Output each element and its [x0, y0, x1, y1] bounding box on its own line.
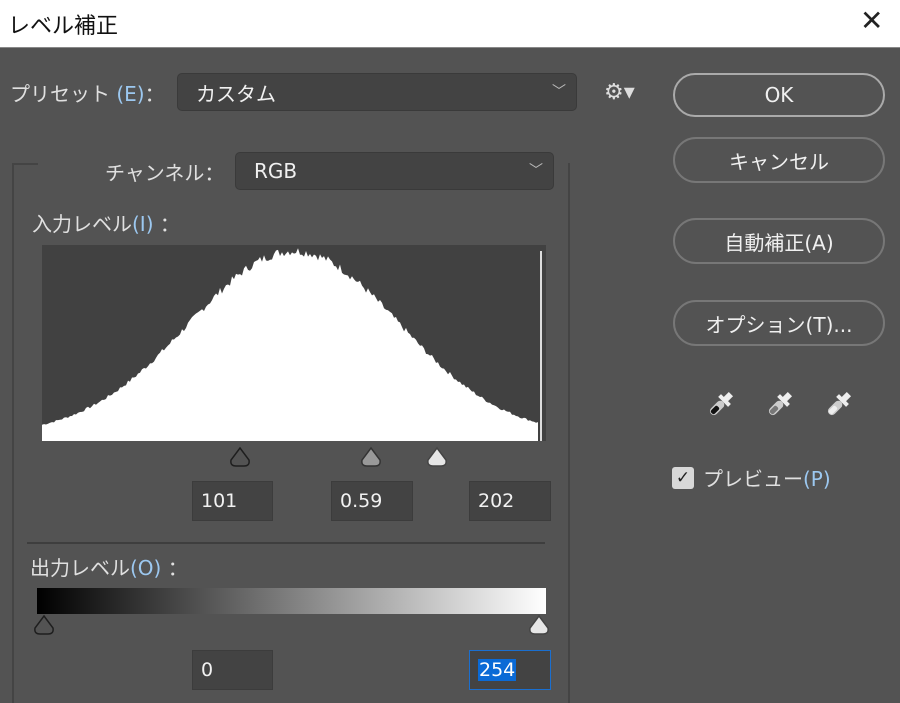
preview-label[interactable]: プレビュー(P)	[703, 463, 831, 492]
close-icon[interactable]: ✕	[860, 4, 883, 37]
channel-value: RGB	[254, 159, 298, 183]
input-white-field[interactable]: 202	[469, 481, 551, 521]
gear-icon[interactable]: ⚙▾	[604, 80, 635, 105]
output-white-slider[interactable]	[527, 614, 551, 636]
preview-checkbox[interactable]: ✓	[672, 467, 694, 489]
channel-dropdown[interactable]: RGB ﹀	[235, 152, 554, 190]
cancel-button[interactable]: キャンセル	[673, 137, 885, 183]
input-gamma-slider[interactable]	[359, 446, 383, 468]
histogram	[42, 245, 546, 441]
input-levels-label: 入力レベル(I) ：	[32, 212, 180, 236]
ok-button[interactable]: OK	[673, 73, 885, 117]
input-black-slider[interactable]	[228, 446, 252, 468]
input-gamma-field[interactable]: 0.59	[331, 481, 413, 521]
gray-eyedropper-icon[interactable]	[764, 388, 796, 420]
preset-label: プリセット (E)：	[10, 82, 165, 106]
options-button[interactable]: オプション(T)...	[673, 300, 885, 346]
chevron-down-icon: ﹀	[529, 163, 543, 179]
auto-button[interactable]: 自動補正(A)	[673, 218, 885, 264]
group-border	[12, 163, 38, 165]
black-eyedropper-icon[interactable]	[705, 388, 737, 420]
channel-label: チャンネル：	[105, 161, 225, 185]
preset-value: カスタム	[196, 81, 276, 106]
input-black-field[interactable]: 101	[192, 481, 273, 521]
output-levels-label: 出力レベル(O) ：	[30, 556, 188, 580]
preset-dropdown[interactable]: カスタム ﹀	[177, 73, 577, 111]
group-border-right	[568, 163, 570, 703]
output-gradient	[37, 588, 546, 614]
output-white-field[interactable]: 254	[469, 650, 551, 690]
output-black-slider[interactable]	[32, 614, 56, 636]
divider	[27, 542, 545, 544]
input-white-slider[interactable]	[425, 446, 449, 468]
output-black-field[interactable]: 0	[192, 650, 273, 690]
output-white-value: 254	[478, 659, 517, 681]
group-border-left	[12, 163, 14, 703]
chevron-down-icon: ﹀	[552, 84, 566, 100]
window-title: レベル補正	[8, 14, 119, 39]
white-eyedropper-icon[interactable]	[823, 388, 855, 420]
title-bar	[0, 0, 900, 48]
